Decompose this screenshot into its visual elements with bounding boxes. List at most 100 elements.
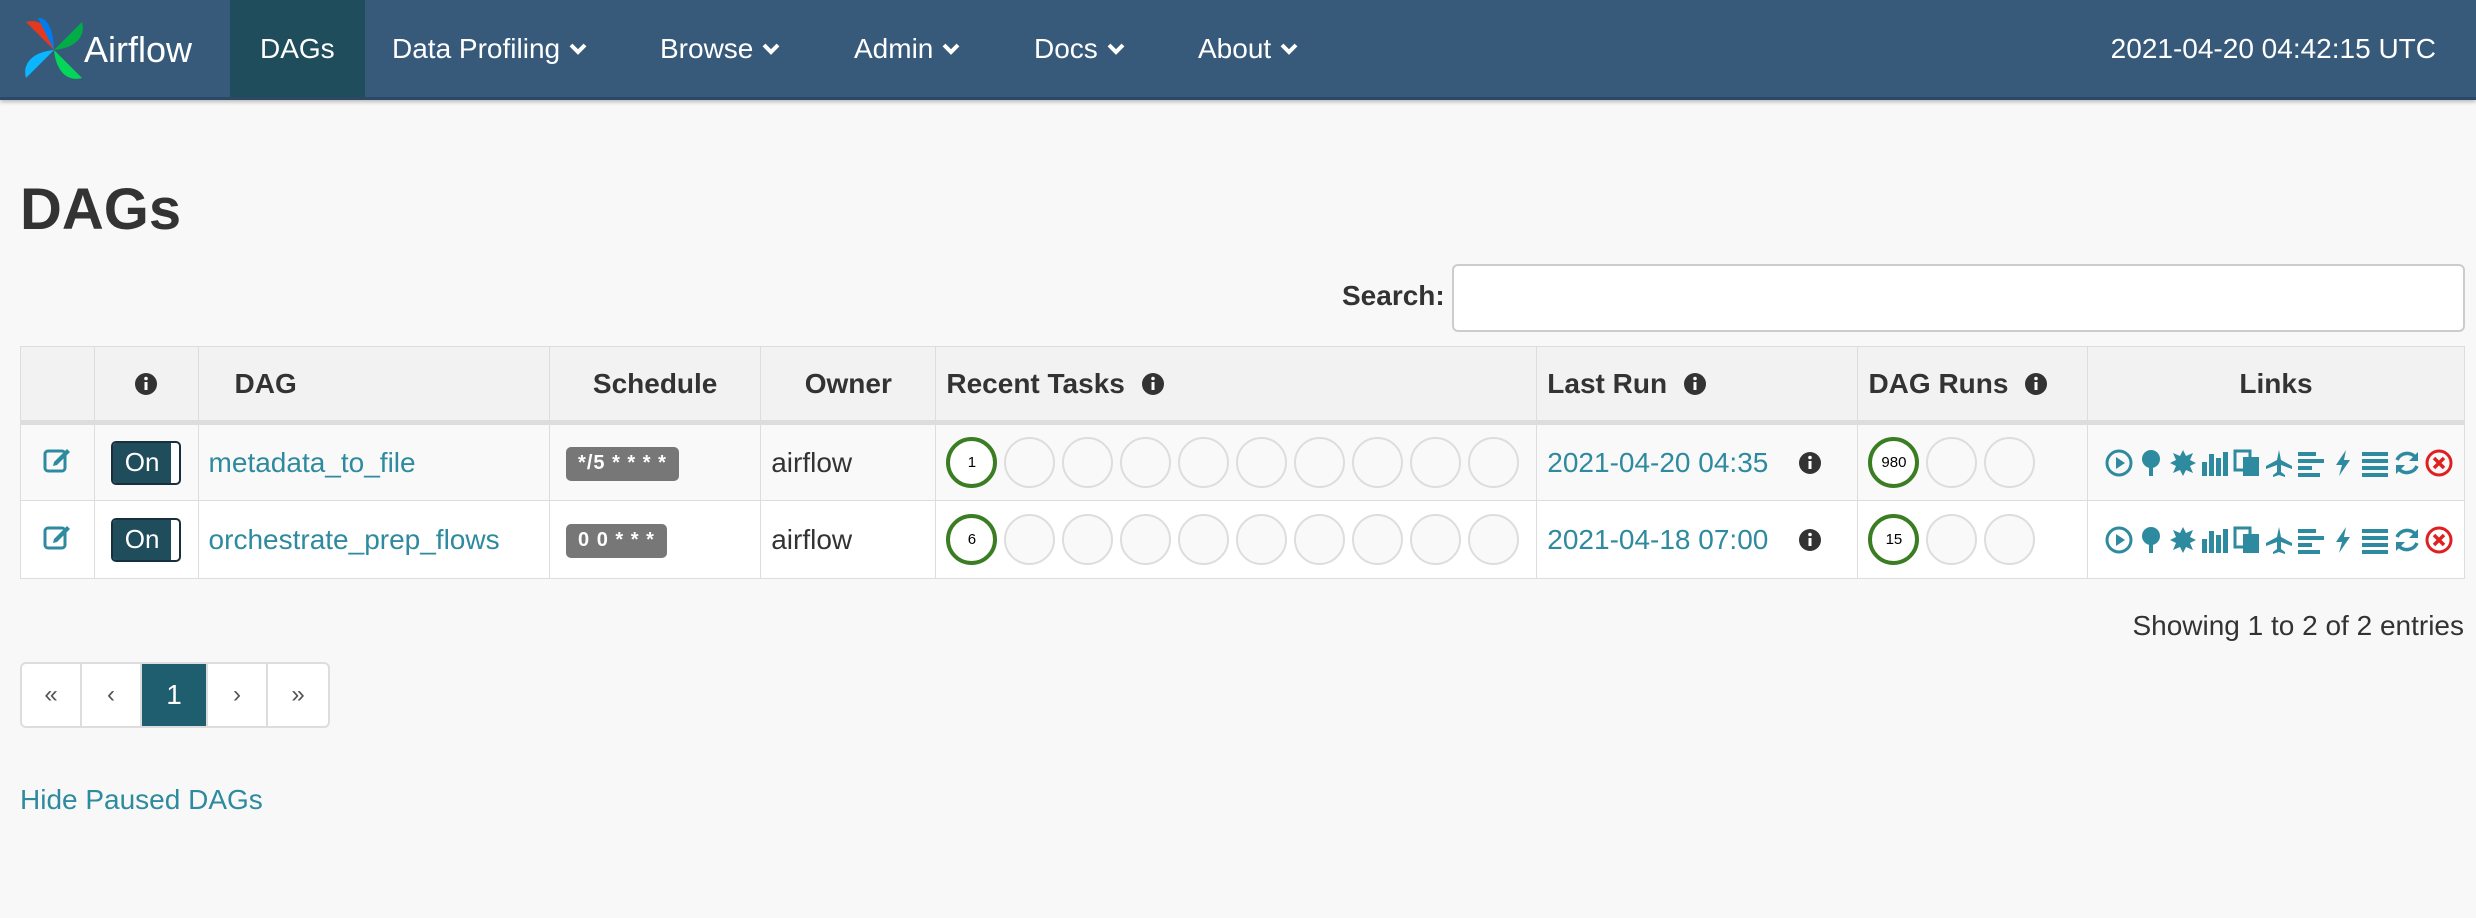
info-icon[interactable] bbox=[1798, 528, 1822, 552]
dag-run-status-circle[interactable] bbox=[1926, 514, 1978, 565]
last-run-link[interactable]: 2021-04-18 07:00 bbox=[1547, 524, 1768, 555]
task-status-circle[interactable] bbox=[1062, 437, 1114, 488]
code-icon[interactable] bbox=[2328, 448, 2358, 478]
task-status-circle[interactable] bbox=[1120, 437, 1172, 488]
task-status-circle[interactable] bbox=[1004, 514, 1056, 565]
pause-toggle[interactable]: On bbox=[111, 517, 182, 562]
task-status-circle[interactable] bbox=[1468, 437, 1520, 488]
schedule-label[interactable]: */5 * * * * bbox=[566, 447, 679, 481]
task-status-success[interactable]: 1 bbox=[946, 437, 998, 488]
task-status-circle[interactable] bbox=[1352, 437, 1404, 488]
header-schedule[interactable]: Schedule bbox=[549, 346, 762, 425]
landing-times-icon[interactable] bbox=[2264, 525, 2294, 555]
dag-run-status-circle[interactable] bbox=[1984, 514, 2036, 565]
task-status-circle[interactable] bbox=[1236, 437, 1288, 488]
pagination: « ‹ 1 › » bbox=[20, 662, 330, 728]
last-run-link[interactable]: 2021-04-20 04:35 bbox=[1547, 447, 1768, 478]
tree-view-icon[interactable] bbox=[2136, 525, 2166, 555]
task-status-success[interactable]: 6 bbox=[946, 514, 998, 565]
search-label: Search: bbox=[1342, 280, 1445, 311]
last-run-cell: 2021-04-20 04:35 bbox=[1536, 422, 1859, 501]
header-label: Links bbox=[2239, 367, 2313, 399]
task-duration-icon[interactable] bbox=[2200, 525, 2230, 555]
logs-icon[interactable] bbox=[2360, 525, 2390, 555]
dag-run-status-circle[interactable] bbox=[1926, 437, 1978, 488]
task-status-circle[interactable] bbox=[1294, 437, 1346, 488]
hide-paused-dags-link[interactable]: Hide Paused DAGs bbox=[20, 784, 263, 816]
nav-docs[interactable]: Docs bbox=[1004, 0, 1156, 97]
task-tries-icon[interactable] bbox=[2232, 525, 2262, 555]
code-icon[interactable] bbox=[2328, 525, 2358, 555]
header-toggle-info bbox=[93, 346, 199, 425]
toggle-cell: On bbox=[93, 500, 199, 579]
task-status-circle[interactable] bbox=[1410, 514, 1462, 565]
gantt-icon[interactable] bbox=[2296, 448, 2326, 478]
last-page-button[interactable]: » bbox=[268, 664, 328, 726]
links-group bbox=[2098, 448, 2454, 478]
dag-id-cell: orchestrate_prep_flows bbox=[197, 500, 551, 579]
nav-browse[interactable]: Browse bbox=[630, 0, 811, 97]
utc-clock: 2021-04-20 04:42:15 UTC bbox=[2110, 32, 2436, 64]
info-icon[interactable] bbox=[134, 372, 158, 396]
graph-view-icon[interactable] bbox=[2168, 525, 2198, 555]
pause-toggle[interactable]: On bbox=[111, 440, 182, 485]
chevron-down-icon bbox=[1280, 43, 1298, 55]
task-duration-icon[interactable] bbox=[2200, 448, 2230, 478]
nav-data-profiling[interactable]: Data Profiling bbox=[362, 0, 618, 97]
delete-icon[interactable] bbox=[2424, 448, 2454, 478]
task-status-circle[interactable] bbox=[1004, 437, 1056, 488]
header-recent-tasks: Recent Tasks bbox=[935, 346, 1538, 425]
chevron-down-icon bbox=[942, 43, 960, 55]
nav-dags[interactable]: DAGs bbox=[230, 0, 365, 97]
edit-icon[interactable] bbox=[42, 444, 72, 474]
brand-name: Airflow bbox=[84, 29, 193, 70]
logs-icon[interactable] bbox=[2360, 448, 2390, 478]
task-status-circle[interactable] bbox=[1236, 514, 1288, 565]
dag-runs-cell: 15 bbox=[1857, 500, 2088, 579]
info-icon[interactable] bbox=[1798, 451, 1822, 475]
task-status-circle[interactable] bbox=[1352, 514, 1404, 565]
tree-view-icon[interactable] bbox=[2136, 448, 2166, 478]
search-input[interactable] bbox=[1452, 264, 2465, 332]
info-icon[interactable] bbox=[2024, 372, 2048, 396]
info-icon[interactable] bbox=[1141, 372, 1165, 396]
header-owner[interactable]: Owner bbox=[760, 346, 937, 425]
task-status-circle[interactable] bbox=[1178, 437, 1230, 488]
dag-run-status-success[interactable]: 980 bbox=[1868, 437, 1920, 488]
next-page-button[interactable]: › bbox=[208, 664, 268, 726]
task-status-circle[interactable] bbox=[1468, 514, 1520, 565]
edit-icon[interactable] bbox=[42, 521, 72, 551]
dag-link[interactable]: metadata_to_file bbox=[209, 447, 416, 478]
prev-page-button[interactable]: ‹ bbox=[82, 664, 142, 726]
dag-run-status-success[interactable]: 15 bbox=[1868, 514, 1920, 565]
edit-cell bbox=[20, 422, 95, 501]
dag-link[interactable]: orchestrate_prep_flows bbox=[209, 524, 500, 555]
task-status-circle[interactable] bbox=[1062, 514, 1114, 565]
gantt-icon[interactable] bbox=[2296, 525, 2326, 555]
trigger-dag-icon[interactable] bbox=[2104, 525, 2134, 555]
schedule-cell: */5 * * * * bbox=[549, 422, 762, 501]
nav-about[interactable]: About bbox=[1168, 0, 1329, 97]
header-label: Owner bbox=[804, 367, 892, 399]
nav-admin[interactable]: Admin bbox=[824, 0, 991, 97]
first-page-button[interactable]: « bbox=[22, 664, 82, 726]
owner-cell: airflow bbox=[760, 500, 937, 579]
refresh-icon[interactable] bbox=[2392, 448, 2422, 478]
task-status-circle[interactable] bbox=[1294, 514, 1346, 565]
dag-run-status-circle[interactable] bbox=[1984, 437, 2036, 488]
header-label: DAG Runs bbox=[1868, 367, 2009, 399]
delete-icon[interactable] bbox=[2424, 525, 2454, 555]
schedule-label[interactable]: 0 0 * * * bbox=[566, 524, 667, 558]
trigger-dag-icon[interactable] bbox=[2104, 448, 2134, 478]
task-tries-icon[interactable] bbox=[2232, 448, 2262, 478]
landing-times-icon[interactable] bbox=[2264, 448, 2294, 478]
current-page-button[interactable]: 1 bbox=[142, 664, 208, 726]
brand-logo-link[interactable]: Airflow bbox=[18, 12, 198, 88]
task-status-circle[interactable] bbox=[1178, 514, 1230, 565]
header-dag[interactable]: DAG bbox=[197, 346, 551, 425]
task-status-circle[interactable] bbox=[1120, 514, 1172, 565]
graph-view-icon[interactable] bbox=[2168, 448, 2198, 478]
info-icon[interactable] bbox=[1683, 372, 1707, 396]
task-status-circle[interactable] bbox=[1410, 437, 1462, 488]
refresh-icon[interactable] bbox=[2392, 525, 2422, 555]
